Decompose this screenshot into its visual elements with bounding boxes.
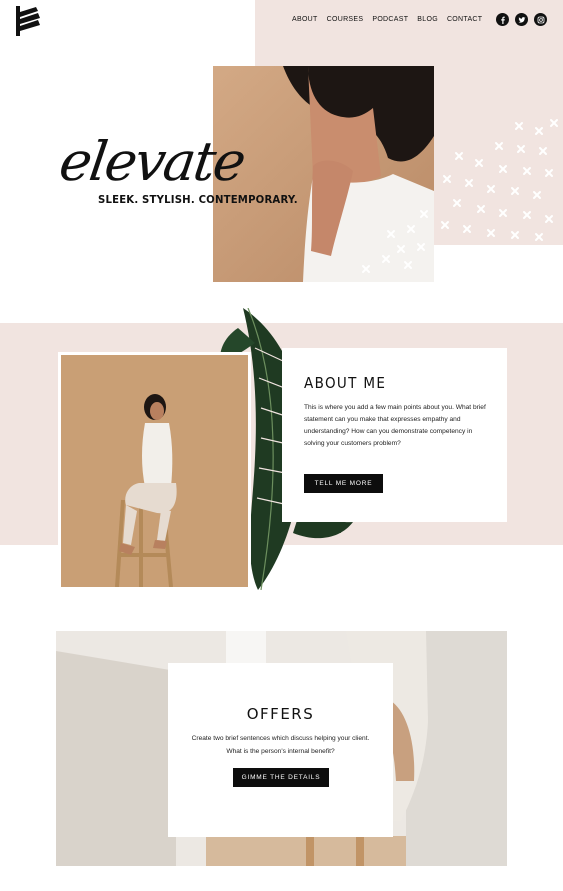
x-pattern-decoration <box>441 119 558 241</box>
nav-contact[interactable]: CONTACT <box>447 16 482 23</box>
about-photo <box>58 352 251 590</box>
facebook-icon[interactable] <box>496 13 509 26</box>
gimme-the-details-button[interactable]: GIMME THE DETAILS <box>233 768 329 787</box>
nav-courses[interactable]: COURSES <box>327 16 364 23</box>
twitter-icon[interactable] <box>515 13 528 26</box>
logo-chevron-icon[interactable] <box>16 6 40 36</box>
nav-blog[interactable]: BLOG <box>417 16 438 23</box>
nav-about[interactable]: ABOUT <box>292 16 318 23</box>
about-body-text: This is where you add a few main points … <box>304 404 486 447</box>
offers-body-text: Create two brief sentences which discuss… <box>178 732 383 758</box>
hero-photo <box>213 66 434 282</box>
nav-podcast[interactable]: PODCAST <box>372 16 408 23</box>
tell-me-more-button[interactable]: TELL ME MORE <box>304 474 383 493</box>
main-nav: ABOUT COURSES PODCAST BLOG CONTACT <box>292 16 482 23</box>
social-links <box>496 13 547 26</box>
offers-body-line-1: Create two brief sentences which discuss… <box>191 735 370 742</box>
about-title: ABOUT ME <box>304 374 387 392</box>
instagram-icon[interactable] <box>534 13 547 26</box>
hero-tagline: SLEEK. STYLISH. CONTEMPORARY. <box>98 193 298 206</box>
offers-body-line-2: What is the person's internal benefit? <box>226 748 335 755</box>
hero-script-title: elevate <box>55 130 249 193</box>
offers-title: OFFERS <box>246 705 315 723</box>
